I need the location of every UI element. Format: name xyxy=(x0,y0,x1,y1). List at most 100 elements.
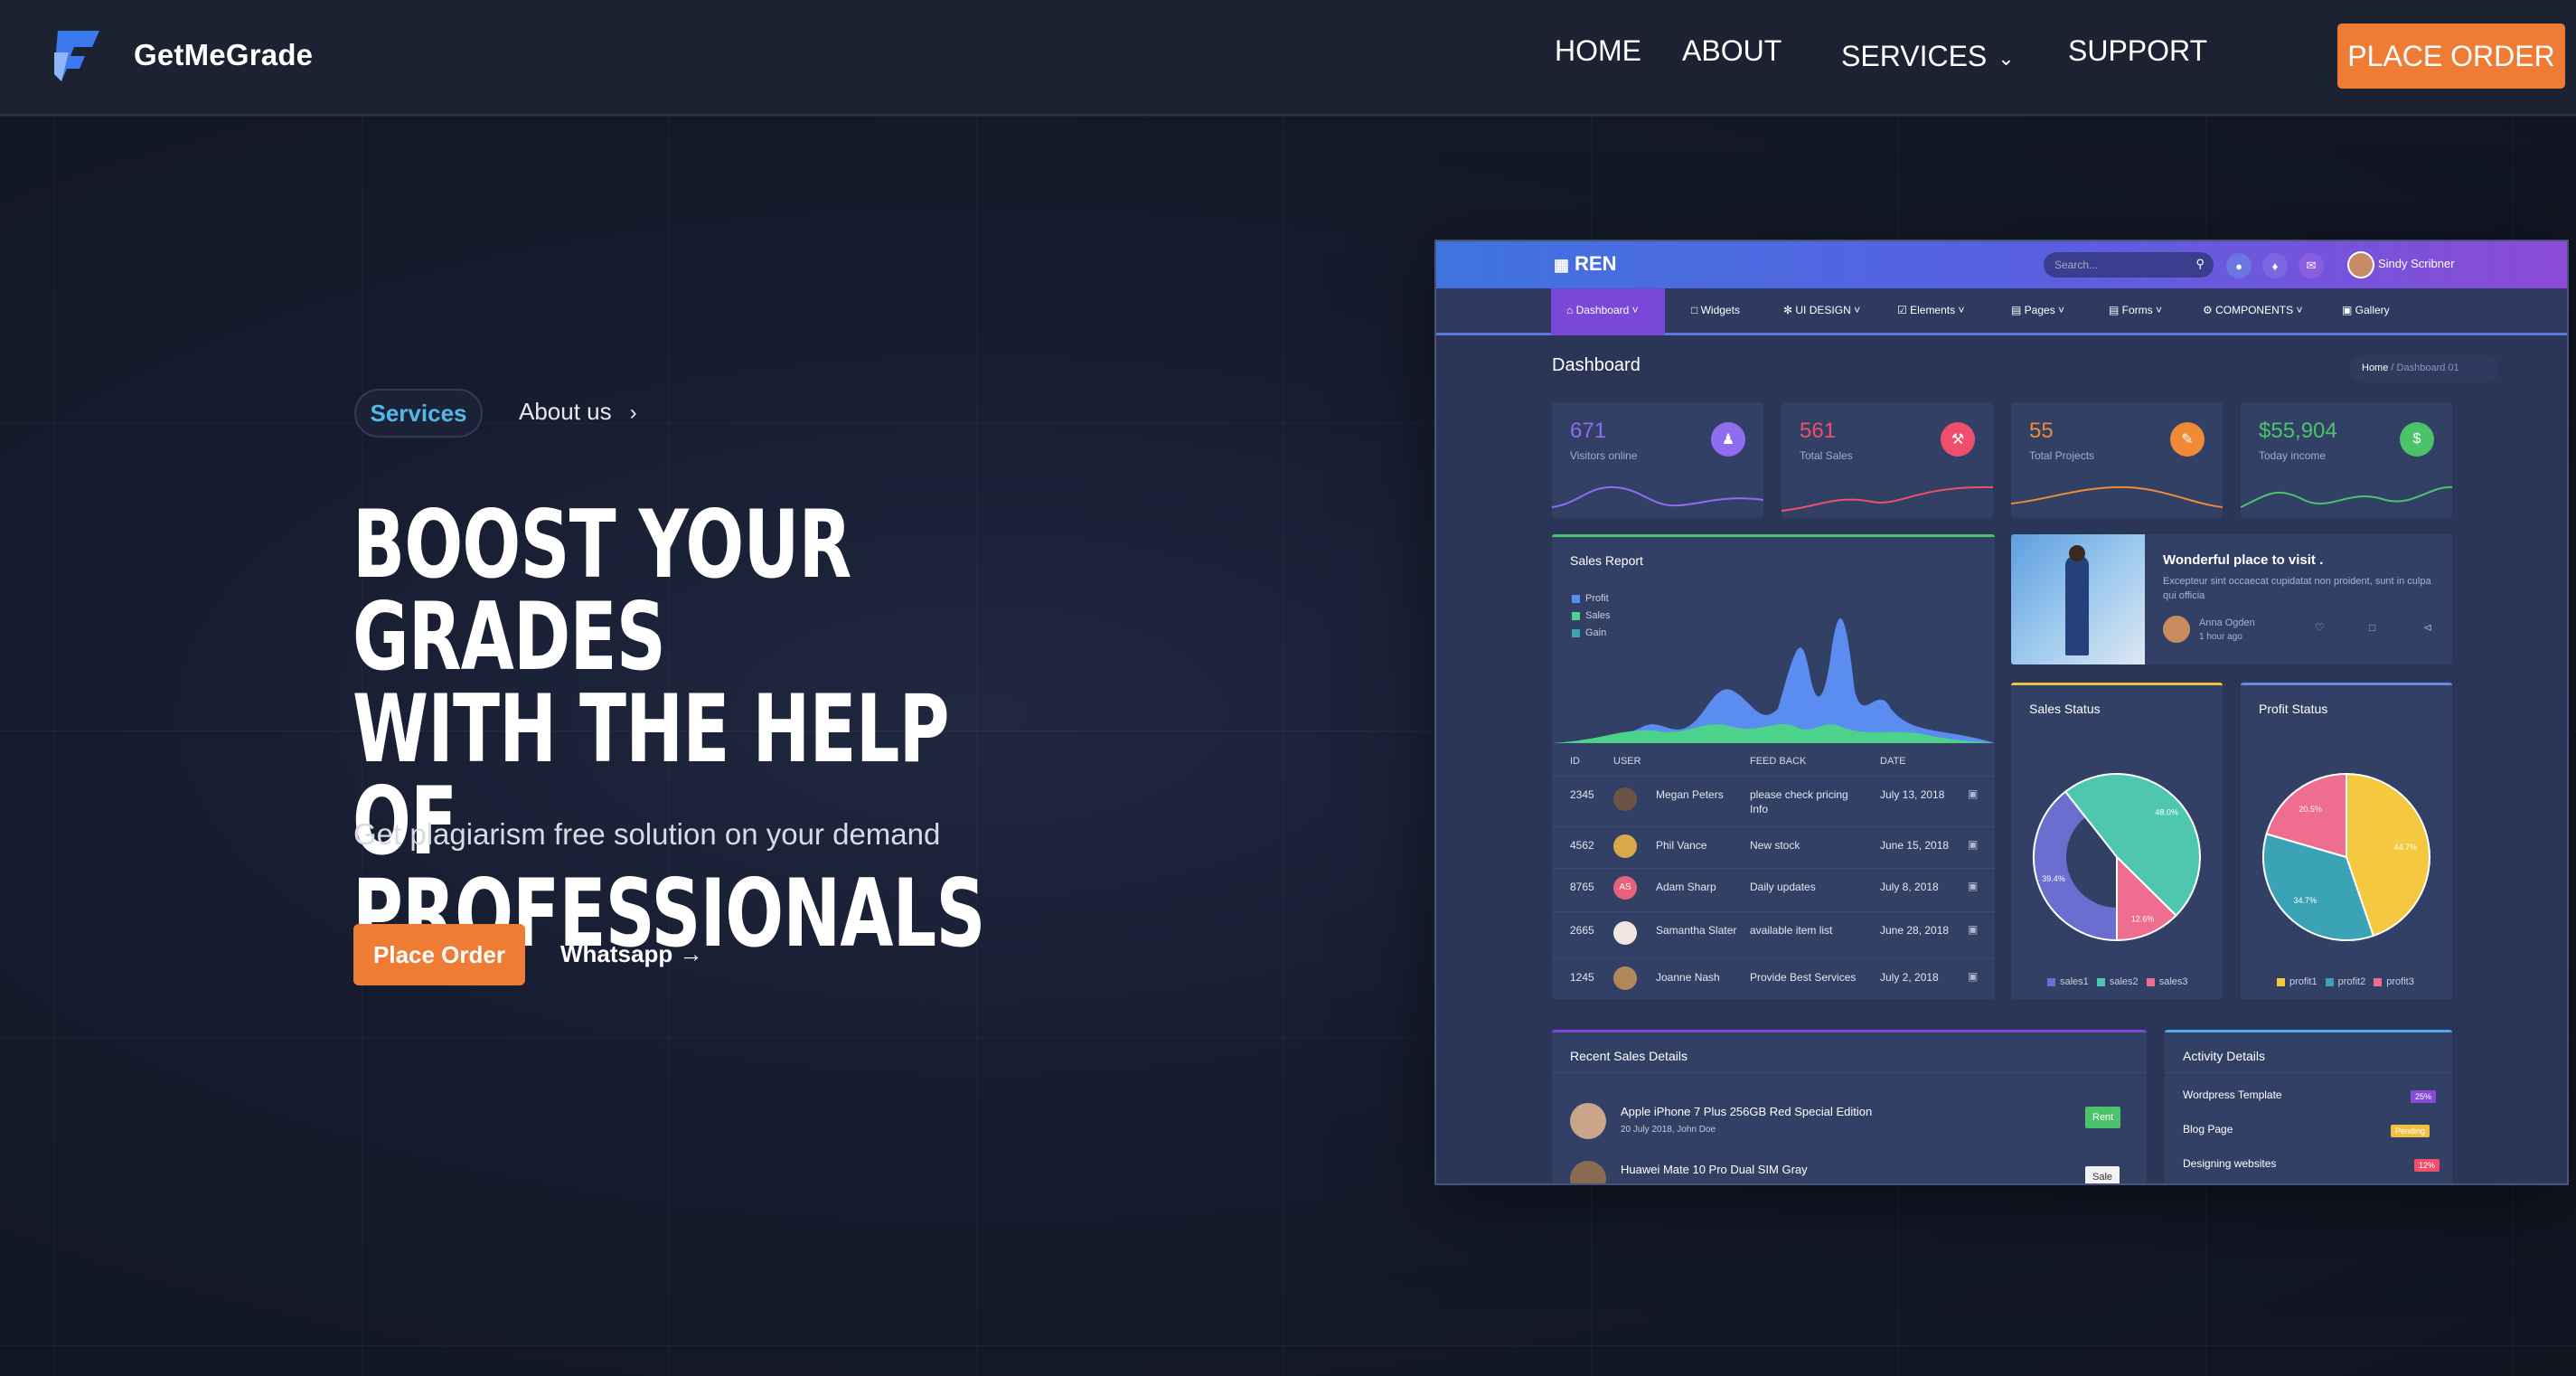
user-icon: ● xyxy=(2226,253,2252,278)
sales-report-title: Sales Report xyxy=(1570,553,1643,568)
nav-home-link[interactable]: HOME xyxy=(1555,34,1641,68)
pie-label: 20.5% xyxy=(2299,805,2322,814)
avatar xyxy=(1570,1161,1606,1183)
legend-label: profit1 xyxy=(2289,976,2317,987)
table-header-user: USER xyxy=(1613,756,1641,767)
breadcrumb: Home / Dashboard 01 xyxy=(2349,355,2499,382)
stat-label: Visitors online xyxy=(1570,449,1638,462)
brand-name[interactable]: GetMeGrade xyxy=(134,38,313,72)
about-us-label: About us xyxy=(519,398,612,425)
cell-date: June 28, 2018 xyxy=(1880,924,1950,937)
brand-logo-icon[interactable] xyxy=(52,27,103,83)
hero-subtitle: Get plagiarism free solution on your dem… xyxy=(353,817,941,851)
mock-page-title: Dashboard xyxy=(1552,355,1641,375)
activity-card: Activity Details Wordpress Template 25% … xyxy=(2165,1030,2452,1183)
cell-date: July 2, 2018 xyxy=(1880,971,1939,984)
legend-label: sales1 xyxy=(2060,976,2089,987)
mock-menu-elements: ☑ Elements ˅ xyxy=(1897,304,1965,316)
mock-menu-label: COMPONENTS xyxy=(2215,304,2294,316)
cart-icon: ⚒ xyxy=(1941,422,1975,457)
trash-icon: ▣ xyxy=(1968,838,1979,851)
tag-badge: Sale xyxy=(2085,1166,2120,1183)
nav-support-link[interactable]: SUPPORT xyxy=(2068,34,2207,68)
nav-about-link[interactable]: ABOUT xyxy=(1682,34,1782,68)
cell-date: July 8, 2018 xyxy=(1880,881,1939,893)
promo-author: Anna Ogden xyxy=(2199,617,2255,628)
table-row: 2665 Samantha Slater available item list… xyxy=(1552,911,1995,955)
sales-status-card: Sales Status 39.4% 48.0% 12.6% sales1 sale… xyxy=(2011,683,2223,999)
cell-id: 2345 xyxy=(1570,788,1594,801)
mock-menu: ⌂ Dashboard ˅ □ Widgets ✻ UI DESIGN ˅ ☑ … xyxy=(1436,288,2567,335)
table-row: 2345 Megan Peters please check pricing I… xyxy=(1552,776,1995,819)
breadcrumb-current: Dashboard 01 xyxy=(2396,363,2459,373)
nav-services-link[interactable]: SERVICES ⌄ xyxy=(1841,40,2015,73)
users-icon: ♟ xyxy=(1711,422,1745,457)
cell-user: Adam Sharp xyxy=(1656,881,1716,893)
bell-icon: ♦ xyxy=(2262,253,2288,278)
nav-services-label: SERVICES xyxy=(1841,40,1988,72)
table-header-date: DATE xyxy=(1880,756,1906,767)
stat-card-projects: 55 Total Projects ✎ xyxy=(2011,402,2223,518)
hero-headline: BOOST YOUR GRADES WITH THE HELP OF PROFE… xyxy=(353,491,985,961)
stat-sparkline xyxy=(1552,485,1763,508)
cell-feedback: Provide Best Services xyxy=(1750,971,1857,984)
stat-value: 55 xyxy=(2029,419,2054,443)
mock-menu-forms: ▤ Forms ˅ xyxy=(2109,304,2163,316)
services-pill[interactable]: Services xyxy=(354,389,483,438)
sales-report-card: Sales Report Profit Sales Gain ID USER F… xyxy=(1552,534,1995,999)
mock-menu-pages: ▤ Pages ˅ xyxy=(2011,304,2065,316)
mock-menu-dashboard: ⌂ Dashboard ˅ xyxy=(1566,304,1639,316)
tag-badge: Rent xyxy=(2085,1107,2121,1128)
avatar xyxy=(2347,251,2374,278)
mock-menu-gallery: ▣ Gallery xyxy=(2342,304,2390,316)
trash-icon: ▣ xyxy=(1968,880,1979,892)
recent-sale-name: Huawei Mate 10 Pro Dual SIM Gray xyxy=(1621,1163,1808,1176)
stat-value: 671 xyxy=(1570,419,1607,443)
search-icon: ⚲ xyxy=(2195,257,2205,270)
recent-sale-meta: 20 July 2018, John Doe xyxy=(1621,1125,1716,1135)
mock-menu-widgets: □ Widgets xyxy=(1691,304,1740,316)
dollar-icon: $ xyxy=(2400,422,2434,457)
promo-time: 1 hour ago xyxy=(2199,632,2242,642)
cell-feedback: available item list xyxy=(1750,924,1833,937)
place-order-button[interactable]: Place Order xyxy=(353,924,525,985)
avatar xyxy=(1613,834,1637,858)
promo-text: Excepteur sint occaecat cupidatat non pr… xyxy=(2163,576,2431,601)
chevron-right-icon: › xyxy=(629,401,637,425)
cell-user: Megan Peters xyxy=(1656,788,1724,801)
sales-area-chart xyxy=(1552,618,1995,743)
headline-line-1: BOOST YOUR GRADES xyxy=(353,491,851,692)
avatar xyxy=(1613,787,1637,811)
stat-label: Total Projects xyxy=(2029,449,2095,462)
place-order-nav-button[interactable]: PLACE ORDER xyxy=(2337,24,2565,89)
mock-menu-components: ⚙ COMPONENTS ˅ xyxy=(2203,304,2303,316)
top-navbar: GetMeGrade HOME ABOUT SERVICES ⌄ SUPPORT … xyxy=(0,0,2576,116)
stat-sparkline xyxy=(2241,485,2452,508)
table-row: 8765 AS Adam Sharp Daily updates July 8,… xyxy=(1552,868,1995,911)
stat-label: Total Sales xyxy=(1800,449,1853,462)
activity-item: Wordpress Template xyxy=(2183,1089,2282,1101)
table-header-id: ID xyxy=(1570,756,1580,767)
mock-menu-label: Elements xyxy=(1910,304,1956,316)
pie-label: 34.7% xyxy=(2294,896,2317,905)
mock-brand-label: REN xyxy=(1575,252,1617,275)
trash-icon: ▣ xyxy=(1968,923,1979,936)
about-us-link[interactable]: About us › xyxy=(519,398,637,426)
avatar xyxy=(1613,921,1637,945)
dashboard-preview: ▦ REN Search... ⚲ ● ♦ ✉ Sindy Scribner ⌂ D… xyxy=(1434,240,2569,1185)
stat-sparkline xyxy=(1782,485,1993,512)
mock-search-input: Search... ⚲ xyxy=(2044,252,2214,278)
grid-icon: ▦ xyxy=(1554,256,1570,274)
legend-label: profit3 xyxy=(2386,976,2414,987)
mock-menu-label: Dashboard xyxy=(1575,304,1630,316)
cell-user: Joanne Nash xyxy=(1656,971,1720,984)
cell-user: Phil Vance xyxy=(1656,839,1707,852)
avatar xyxy=(1613,966,1637,990)
whatsapp-button[interactable]: Whatsapp → xyxy=(560,940,702,968)
mock-menu-label: Widgets xyxy=(1700,304,1740,316)
cell-id: 1245 xyxy=(1570,971,1594,984)
promo-title: Wonderful place to visit . xyxy=(2163,552,2324,568)
share-icon: ⊲ xyxy=(2423,621,2433,634)
legend-label: profit2 xyxy=(2337,976,2366,987)
stat-value: $55,904 xyxy=(2259,419,2337,443)
